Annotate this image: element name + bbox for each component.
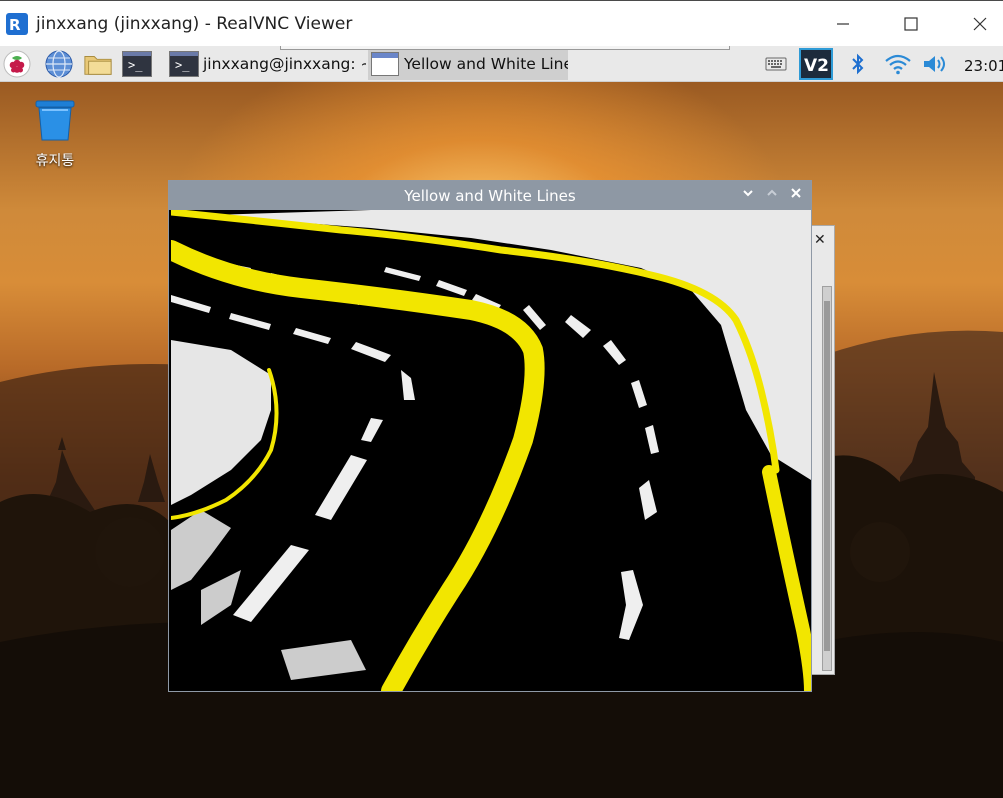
- task-label: jinxxang@jinxxang: ~...: [203, 55, 366, 73]
- keyboard-icon[interactable]: [763, 49, 789, 79]
- volume-icon[interactable]: [920, 49, 950, 79]
- file-manager-icon[interactable]: [83, 49, 113, 79]
- taskbar: >_ >_ jinxxang@jinxxang: ~... Yellow and…: [0, 46, 1003, 82]
- svg-text:V2: V2: [804, 56, 829, 76]
- wifi-icon[interactable]: [883, 49, 913, 79]
- scrollbar-thumb[interactable]: [824, 301, 830, 651]
- vnc-titlebar: R jinxxang (jinxxang) - RealVNC Viewer: [0, 0, 1003, 46]
- vnc-server-icon[interactable]: V2: [798, 48, 834, 80]
- terminal-icon[interactable]: >_: [122, 49, 152, 79]
- trash-label: 휴지통: [35, 153, 75, 169]
- raspberry-menu-icon[interactable]: [2, 49, 32, 79]
- close-icon: [791, 188, 801, 198]
- window-icon: [371, 52, 399, 76]
- window-titlebar[interactable]: Yellow and White Lines: [169, 181, 811, 210]
- window-title: Yellow and White Lines: [404, 187, 576, 205]
- close-icon: [973, 17, 987, 31]
- close-button[interactable]: [788, 187, 804, 203]
- trash-icon: [35, 100, 75, 141]
- yellow-white-lines-window[interactable]: Yellow and White Lines: [168, 180, 812, 692]
- minimize-button[interactable]: [820, 9, 866, 39]
- terminal-icon: >_: [169, 51, 199, 77]
- web-browser-icon[interactable]: [44, 49, 74, 79]
- taskbar-clock[interactable]: 23:01: [964, 57, 1003, 75]
- background-window[interactable]: ✕: [808, 225, 835, 675]
- vnc-window-title: jinxxang (jinxxang) - RealVNC Viewer: [36, 14, 353, 34]
- realvnc-logo-icon: R: [6, 13, 28, 35]
- desktop: 휴지통 ✕ Yellow and White Lines: [0, 82, 1003, 798]
- minimize-icon: [837, 23, 849, 25]
- minimize-button[interactable]: [740, 187, 756, 203]
- maximize-icon: [904, 17, 918, 31]
- trash-desktop-item[interactable]: 휴지통: [30, 98, 80, 170]
- taskbar-task-terminal[interactable]: >_ jinxxang@jinxxang: ~...: [166, 48, 366, 80]
- task-label: Yellow and White Lines: [404, 55, 568, 73]
- taskbar-popup-edge: [280, 46, 730, 50]
- svg-text:R: R: [9, 16, 21, 34]
- lane-detection-image: [171, 210, 811, 691]
- lane-mask-render: [171, 210, 811, 691]
- close-button[interactable]: [957, 9, 1003, 39]
- close-icon[interactable]: ✕: [814, 232, 826, 248]
- chevron-down-icon: [743, 190, 753, 197]
- taskbar-task-yellow-white-lines[interactable]: Yellow and White Lines: [368, 48, 568, 80]
- chevron-up-icon: [767, 189, 777, 196]
- maximize-button[interactable]: [888, 9, 934, 39]
- bluetooth-icon[interactable]: [846, 49, 870, 79]
- scrollbar[interactable]: [822, 286, 832, 671]
- maximize-button[interactable]: [764, 187, 780, 203]
